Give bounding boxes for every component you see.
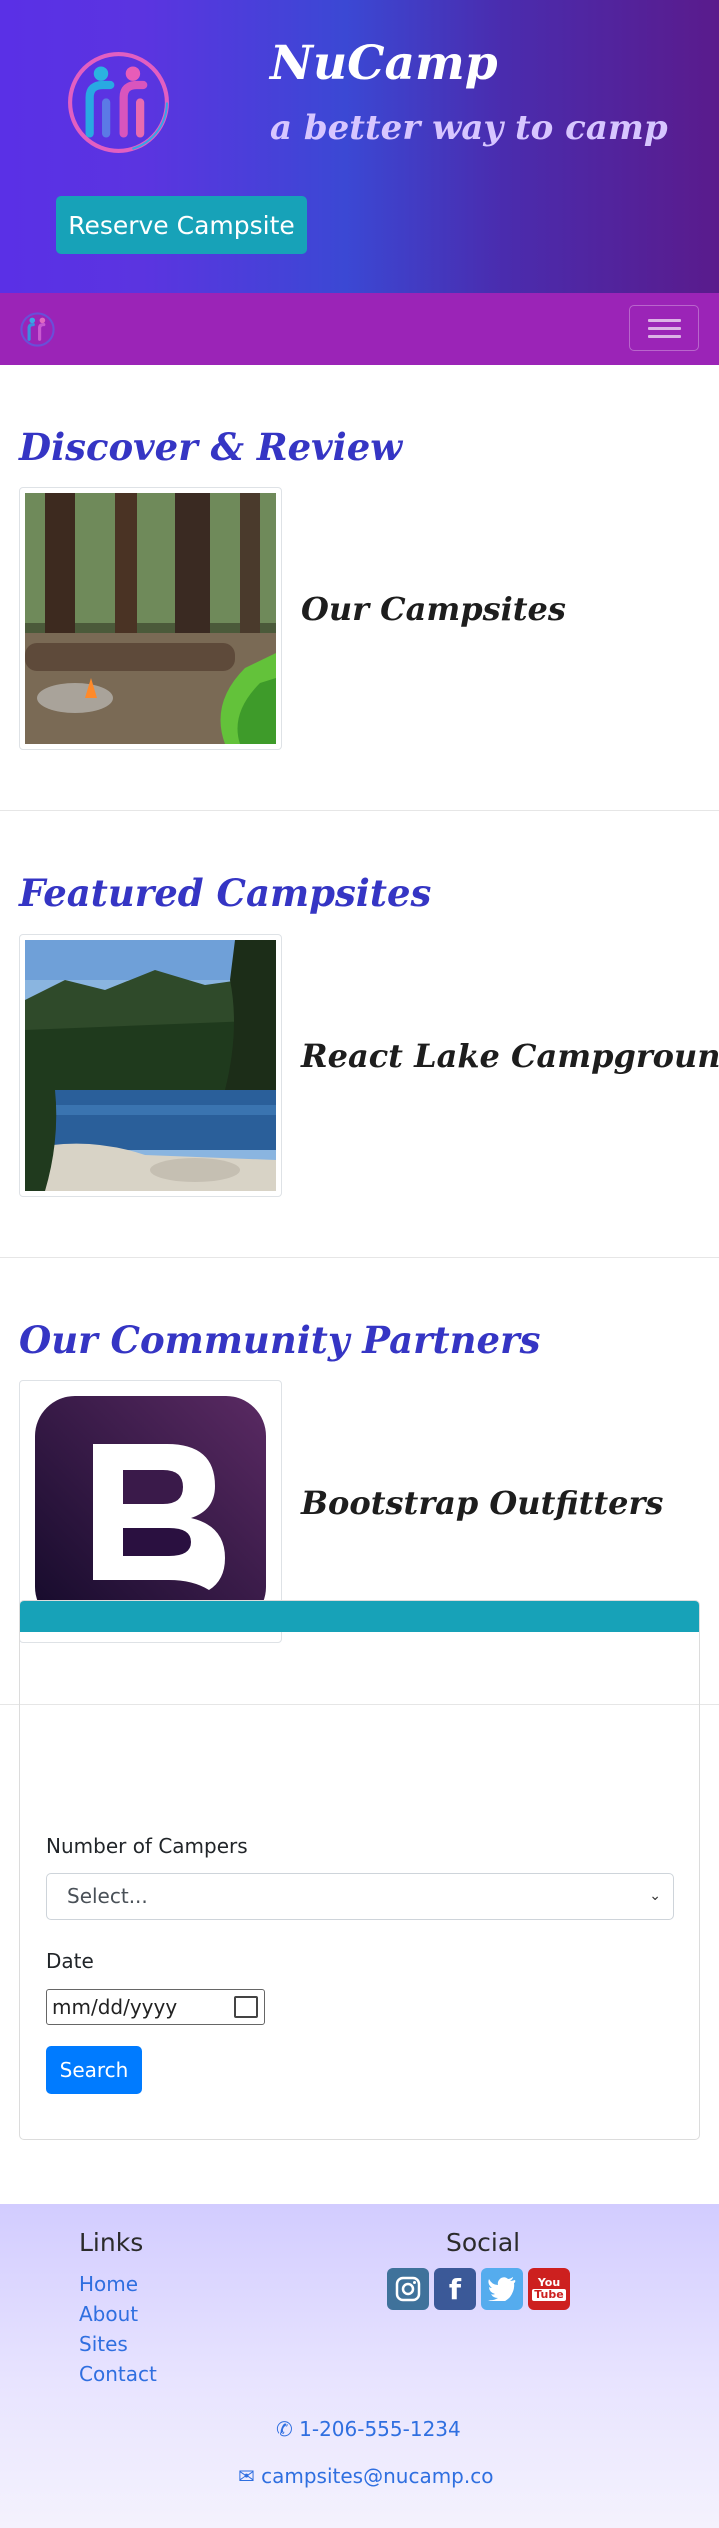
phone-number: 1-206-555-1234 [299, 2417, 461, 2441]
footer-link-contact[interactable]: Contact [79, 2362, 157, 2386]
partners-item-title: Bootstrap Outfitters [301, 1484, 664, 1522]
footer-link-sites[interactable]: Sites [79, 2332, 128, 2356]
chevron-down-icon: ⌄ [649, 1888, 661, 1904]
campers-label: Number of Campers [46, 1834, 248, 1858]
brand-subtitle: a better way to camp [270, 108, 668, 148]
lake-photo [25, 940, 276, 1191]
links-heading: Links [79, 2228, 144, 2257]
partners-heading: Our Community Partners [19, 1318, 541, 1362]
navbar-toggler-button[interactable] [629, 305, 699, 351]
search-button[interactable]: Search [46, 2046, 142, 2094]
calendar-icon[interactable] [234, 1996, 258, 2018]
discover-item-title: Our Campsites [301, 590, 566, 628]
footer-link-home[interactable]: Home [79, 2272, 138, 2296]
navbar [0, 293, 719, 365]
hamburger-line [648, 335, 681, 338]
brand-title: NuCamp [270, 36, 498, 91]
lake-image [19, 934, 282, 1197]
social-heading: Social [446, 2228, 521, 2257]
campers-select-value: Select... [67, 1884, 148, 1908]
phone-link[interactable]: ✆ 1-206-555-1234 [276, 2417, 461, 2441]
discover-heading: Discover & Review [19, 425, 403, 469]
date-placeholder: mm/dd/yyyy [52, 1995, 178, 2019]
email-address: campsites@nucamp.co [261, 2464, 494, 2488]
campers-select[interactable]: Select... ⌄ [46, 1873, 674, 1920]
date-label: Date [46, 1949, 94, 1973]
instagram-icon[interactable] [387, 2268, 429, 2310]
featured-section: Featured Campsites React Lake Campground [0, 811, 719, 1258]
hamburger-icon [648, 319, 681, 322]
facebook-icon[interactable]: f [434, 2268, 476, 2310]
featured-heading: Featured Campsites [19, 871, 432, 915]
featured-item-title: React Lake Campground [301, 1037, 719, 1075]
header-jumbotron: NuCamp a better way to camp Reserve Camp… [0, 0, 719, 293]
nav-logo-icon[interactable] [20, 312, 55, 347]
phone-icon: ✆ [276, 2417, 293, 2441]
date-input[interactable]: mm/dd/yyyy [46, 1989, 265, 2025]
campfire-photo [25, 493, 276, 744]
footer-link-about[interactable]: About [79, 2302, 138, 2326]
reserve-campsite-button[interactable]: Reserve Campsite [56, 196, 307, 254]
card-header [20, 1601, 699, 1632]
email-link[interactable]: ✉ campsites@nucamp.co [238, 2464, 493, 2488]
reservation-form-card: Number of Campers Select... ⌄ Date mm/dd… [19, 1600, 700, 2140]
twitter-icon[interactable] [481, 2268, 523, 2310]
discover-section: Discover & Review Our Campsites [0, 365, 719, 811]
envelope-icon: ✉ [238, 2464, 255, 2488]
footer: Links Home About Sites Contact Social f … [0, 2204, 719, 2528]
nucamp-logo-icon [68, 52, 169, 153]
youtube-icon[interactable]: You Tube [528, 2268, 570, 2310]
campsite-image [19, 487, 282, 750]
hamburger-line [648, 327, 681, 330]
